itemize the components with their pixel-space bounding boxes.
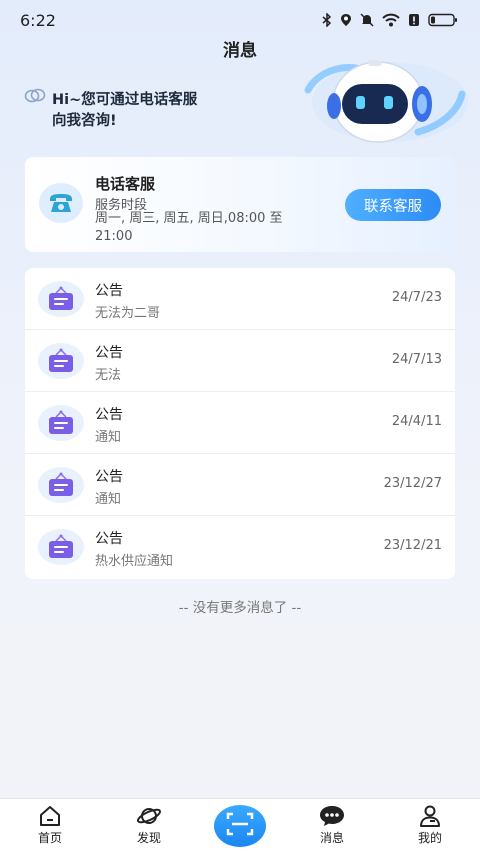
nav-profile-label: 我的 bbox=[417, 831, 442, 845]
notice-date: 23/12/27 bbox=[383, 476, 442, 491]
notice-date: 24/4/11 bbox=[391, 414, 442, 429]
nav-discover[interactable]: 发现 bbox=[119, 805, 179, 846]
status-icons bbox=[322, 13, 458, 27]
notice-list: 公告 无法为二哥 24/7/23 公告 无法 24/7/13 公告 通知 24/… bbox=[25, 268, 455, 579]
notice-content: 无法为二哥 bbox=[95, 306, 161, 321]
scan-icon bbox=[225, 811, 255, 841]
planet-icon bbox=[119, 805, 179, 827]
notice-date: 23/12/21 bbox=[383, 538, 442, 553]
nav-home[interactable]: 首页 bbox=[20, 805, 80, 846]
alert-icon bbox=[408, 13, 420, 27]
service-title: 电话客服 bbox=[95, 175, 156, 193]
phone-service-card: 电话客服 服务时段 周一, 周三, 周五, 周日,08:00 至 21:00 联… bbox=[25, 157, 455, 252]
chat-bubble-icon bbox=[24, 88, 46, 108]
notice-board-icon bbox=[38, 405, 84, 441]
no-more-messages: -- 没有更多消息了 -- bbox=[178, 600, 302, 616]
location-icon bbox=[340, 13, 352, 27]
robot-mascot-icon bbox=[290, 50, 470, 159]
notice-board-icon bbox=[38, 467, 84, 503]
nav-home-label: 首页 bbox=[37, 831, 62, 845]
notice-board-icon bbox=[38, 281, 84, 317]
bluetooth-icon bbox=[322, 13, 332, 27]
contact-service-button[interactable]: 联系客服 bbox=[345, 189, 441, 221]
profile-icon bbox=[400, 805, 460, 827]
hero-greeting: Hi~您可通过电话客服 向我咨询! bbox=[52, 90, 272, 132]
notice-board-icon bbox=[38, 529, 84, 565]
telephone-icon bbox=[39, 183, 83, 223]
notice-date: 24/7/23 bbox=[391, 290, 442, 305]
notice-content: 通知 bbox=[95, 492, 122, 507]
nav-messages-label: 消息 bbox=[319, 831, 344, 845]
message-icon bbox=[302, 805, 362, 827]
notice-title: 公告 bbox=[95, 345, 123, 361]
notice-board-icon bbox=[38, 343, 84, 379]
notice-item[interactable]: 公告 无法为二哥 24/7/23 bbox=[25, 268, 455, 330]
status-bar: 6:22 bbox=[0, 0, 480, 40]
home-icon bbox=[20, 805, 80, 827]
notice-content: 无法 bbox=[95, 368, 122, 383]
status-time: 6:22 bbox=[20, 10, 56, 30]
hero-greeting-line1: Hi~您可通过电话客服 bbox=[52, 92, 198, 108]
battery-icon bbox=[428, 13, 458, 27]
wifi-icon bbox=[382, 13, 400, 27]
notice-title: 公告 bbox=[95, 531, 123, 547]
nav-profile[interactable]: 我的 bbox=[400, 805, 460, 846]
notice-title: 公告 bbox=[95, 283, 123, 299]
notice-title: 公告 bbox=[95, 469, 123, 485]
notice-item[interactable]: 公告 无法 24/7/13 bbox=[25, 330, 455, 392]
notice-item[interactable]: 公告 通知 23/12/27 bbox=[25, 454, 455, 516]
notice-content: 热水供应通知 bbox=[95, 554, 174, 569]
notice-item[interactable]: 公告 通知 24/4/11 bbox=[25, 392, 455, 454]
nav-messages[interactable]: 消息 bbox=[302, 805, 362, 846]
notice-content: 通知 bbox=[95, 430, 122, 445]
hero-banner: Hi~您可通过电话客服 向我咨询! bbox=[0, 60, 480, 158]
notice-date: 24/7/13 bbox=[391, 352, 442, 367]
scan-button[interactable] bbox=[211, 802, 269, 850]
hero-greeting-line2: 向我咨询! bbox=[52, 113, 117, 129]
notice-title: 公告 bbox=[95, 407, 123, 423]
mute-icon bbox=[360, 13, 374, 27]
notice-item[interactable]: 公告 热水供应通知 23/12/21 bbox=[25, 516, 455, 578]
nav-discover-label: 发现 bbox=[136, 831, 161, 845]
service-hours: 周一, 周三, 周五, 周日,08:00 至 21:00 bbox=[95, 211, 283, 244]
